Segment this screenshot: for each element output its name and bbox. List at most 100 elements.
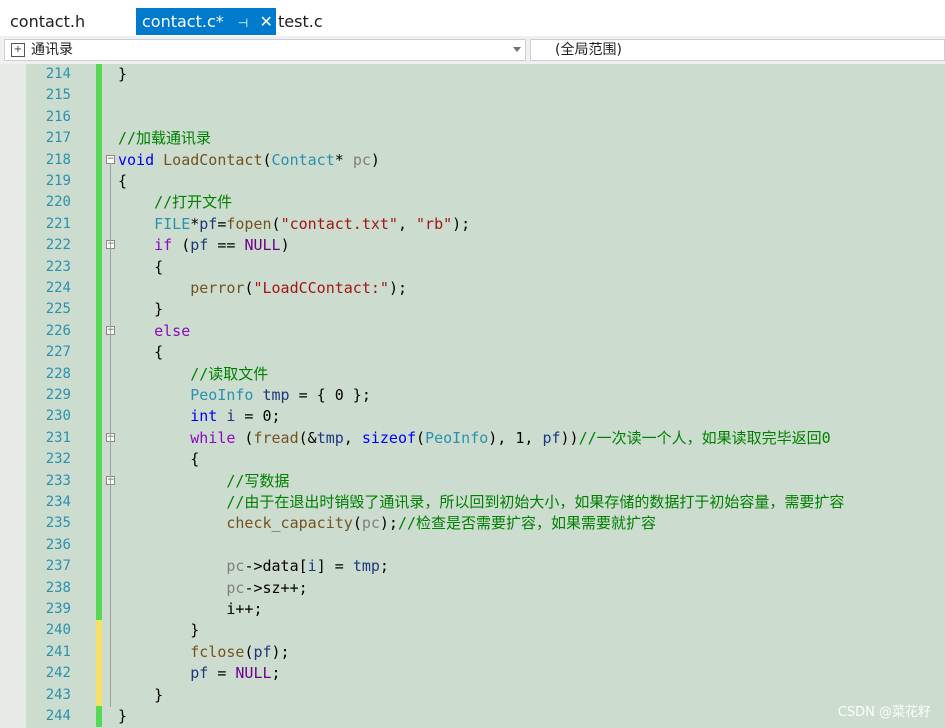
line-number: 235 xyxy=(45,515,71,532)
code-line: 236 xyxy=(0,534,945,557)
code-line: 241 fclose(pf); xyxy=(0,641,945,664)
line-number: 237 xyxy=(45,558,71,575)
code-text: i++; xyxy=(118,600,263,618)
change-marker xyxy=(96,85,102,107)
tab-strip: contact.h contact.c* ⊣ ✕ test.c xyxy=(0,0,945,36)
code-text: { xyxy=(118,172,128,190)
code-line: 228 //读取文件 xyxy=(0,363,945,385)
line-number: 225 xyxy=(45,301,71,318)
code-line: 219 { xyxy=(0,171,945,193)
code-line: 222 − if (pf == NULL) xyxy=(0,235,945,257)
change-marker xyxy=(96,363,102,385)
change-marker xyxy=(96,235,102,257)
change-marker xyxy=(96,641,102,664)
code-editor[interactable]: 214 } 215 216 217 //加载通讯录 218 − void Loa… xyxy=(0,64,945,728)
code-line: 238 pc->sz++; xyxy=(0,577,945,599)
code-text: check_capacity(pc);//检查是否需要扩容，如果需要就扩容 xyxy=(226,514,657,533)
code-text: } xyxy=(118,300,164,319)
change-marker xyxy=(96,556,102,578)
code-line: 234 //由于在退出时销毁了通讯录，所以回到初始大小，如果存储的数据打于初始容… xyxy=(0,492,945,514)
code-line: 214 } xyxy=(0,64,945,86)
code-text: PeoInfo tmp = { 0 }; xyxy=(190,386,371,404)
code-line: 224 perror("LoadCContact:"); xyxy=(0,278,945,300)
line-number: 230 xyxy=(45,408,71,425)
line-number: 243 xyxy=(45,686,71,703)
close-icon[interactable]: ✕ xyxy=(258,8,274,35)
line-number: 229 xyxy=(45,387,71,403)
change-marker xyxy=(96,171,102,193)
change-marker xyxy=(96,106,102,129)
watermark: CSDN @菜花籽 xyxy=(837,705,931,720)
line-number: 217 xyxy=(45,130,71,147)
change-marker xyxy=(96,64,102,86)
chevron-down-icon[interactable] xyxy=(513,47,521,52)
change-marker xyxy=(96,534,102,557)
navigation-bar: + 通讯录 (全局范围) xyxy=(0,36,945,64)
line-number: 239 xyxy=(45,601,71,617)
code-text: if (pf == NULL) xyxy=(154,236,290,255)
change-marker xyxy=(96,256,102,278)
pin-icon[interactable]: ⊣ xyxy=(238,10,248,37)
code-text: { xyxy=(118,257,164,276)
code-line: 243 } xyxy=(0,684,945,706)
code-line: 221 FILE*pf=fopen("contact.txt", "rb"); xyxy=(0,213,945,236)
change-marker xyxy=(96,213,102,236)
line-number: 214 xyxy=(45,66,71,82)
line-number: 215 xyxy=(45,87,71,104)
outline-guide xyxy=(110,163,111,707)
change-marker xyxy=(96,577,102,599)
code-text: } xyxy=(118,707,128,725)
line-number: 234 xyxy=(45,494,71,510)
tab-contact-h[interactable]: contact.h xyxy=(10,8,85,35)
change-marker xyxy=(96,470,102,492)
code-line: 244 } xyxy=(0,706,945,728)
project-icon: + xyxy=(11,43,25,57)
code-text: fclose(pf); xyxy=(190,642,290,661)
code-line: 220 //打开文件 xyxy=(0,192,945,214)
code-text: //打开文件 xyxy=(118,193,233,212)
line-number: 222 xyxy=(45,237,71,254)
code-line: 225 } xyxy=(0,299,945,321)
line-number: 231 xyxy=(45,429,71,446)
code-line: 239 i++; xyxy=(0,599,945,621)
code-text: FILE*pf=fopen("contact.txt", "rb"); xyxy=(154,214,471,233)
line-number: 223 xyxy=(45,258,71,275)
code-text: { xyxy=(118,343,164,362)
line-number: 244 xyxy=(45,708,71,724)
code-line: 242 pf = NULL; xyxy=(0,663,945,685)
line-number: 238 xyxy=(45,579,71,596)
code-line: 216 xyxy=(0,106,945,129)
code-text: pc->sz++; xyxy=(226,578,308,597)
tab-test-c[interactable]: test.c xyxy=(278,8,323,35)
code-text: pc->data[i] = tmp; xyxy=(226,557,389,576)
code-text: void LoadContact(Contact* pc) xyxy=(118,150,380,169)
line-number: 241 xyxy=(45,643,71,660)
change-marker xyxy=(96,406,102,428)
change-marker xyxy=(96,492,102,514)
code-text: } xyxy=(118,685,164,704)
code-text: //由于在退出时销毁了通讯录，所以回到初始大小，如果存储的数据打于初始容量，需要… xyxy=(118,493,845,511)
code-text: //加载通讯录 xyxy=(118,129,212,148)
code-line: 218 − void LoadContact(Contact* pc) xyxy=(0,149,945,171)
code-line: 229 PeoInfo tmp = { 0 }; xyxy=(0,385,945,407)
code-text: { xyxy=(118,450,200,469)
code-text: } xyxy=(118,621,200,640)
project-scope-dropdown[interactable]: + 通讯录 xyxy=(4,39,526,61)
code-line: 231 − while (fread(&tmp, sizeof(PeoInfo)… xyxy=(0,427,945,450)
code-text: int i = 0; xyxy=(190,407,281,426)
line-number: 224 xyxy=(45,280,71,296)
change-marker xyxy=(96,684,102,706)
change-marker xyxy=(96,278,102,300)
change-marker xyxy=(96,706,102,728)
tab-contact-c[interactable]: contact.c* ⊣ ✕ xyxy=(136,8,276,35)
code-text: } xyxy=(118,65,128,83)
change-marker xyxy=(96,128,102,150)
code-text: pf = NULL; xyxy=(190,664,281,683)
line-number: 216 xyxy=(45,108,71,125)
change-marker xyxy=(96,320,102,343)
function-scope-dropdown[interactable]: (全局范围) xyxy=(530,39,945,61)
code-text: else xyxy=(118,321,191,340)
change-marker xyxy=(96,149,102,171)
code-text: //写数据 xyxy=(118,471,290,490)
code-line: 235 check_capacity(pc);//检查是否需要扩容，如果需要就扩… xyxy=(0,513,945,535)
